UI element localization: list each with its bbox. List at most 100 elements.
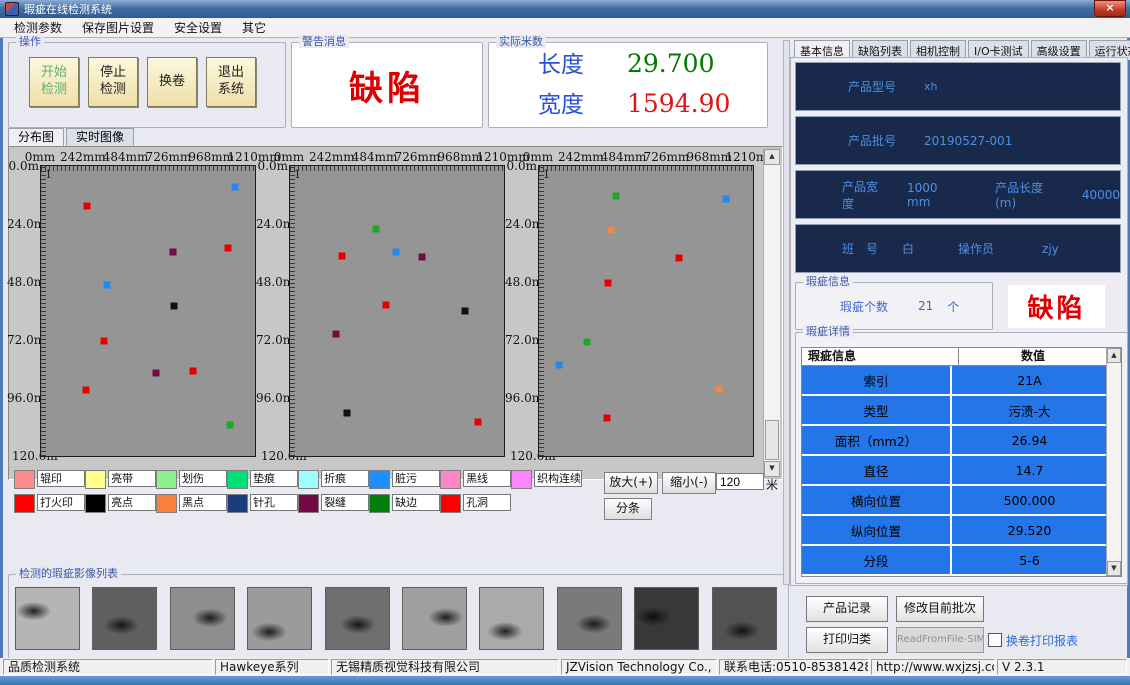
detail-row[interactable]: 面积（mm2）26.94 xyxy=(802,426,1107,454)
detail-row[interactable]: 索引21A xyxy=(802,366,1107,394)
meters-group-title: 实际米数 xyxy=(496,35,546,48)
defect-point[interactable] xyxy=(344,410,351,417)
x-tick-label: 484mm xyxy=(352,150,398,164)
defect-point[interactable] xyxy=(226,421,233,428)
op-button-1[interactable]: 停止 检测 xyxy=(88,57,138,107)
defect-thumbnail-1[interactable] xyxy=(92,587,157,650)
legend-label: 裂缝 xyxy=(321,494,369,511)
defect-thumbnail-6[interactable] xyxy=(479,587,544,650)
window-title: 瑕疵在线检测系统 xyxy=(24,1,112,17)
legend-label: 亮点 xyxy=(108,494,156,511)
scroll-up-icon[interactable]: ▲ xyxy=(764,149,780,165)
defect-point[interactable] xyxy=(604,280,611,287)
range-meters-input[interactable] xyxy=(716,473,764,490)
modify-batch-button[interactable]: 修改目前批次 xyxy=(896,596,984,622)
defect-point[interactable] xyxy=(419,253,426,260)
defect-thumbnail-4[interactable] xyxy=(325,587,390,650)
meters-unit-label: 米 xyxy=(766,476,778,493)
op-button-2[interactable]: 换卷 xyxy=(147,57,197,107)
detail-col-header-name[interactable]: 瑕疵信息 xyxy=(802,348,959,365)
menu-item-1[interactable]: 保存图片设置 xyxy=(72,19,164,36)
defect-point[interactable] xyxy=(715,386,722,393)
view-tab-1[interactable]: 实时图像 xyxy=(66,128,134,147)
legend-swatch xyxy=(369,494,390,513)
defect-point[interactable] xyxy=(475,418,482,425)
defect-point[interactable] xyxy=(170,303,177,310)
defect-point[interactable] xyxy=(372,225,379,232)
defect-point[interactable] xyxy=(333,330,340,337)
defect-point[interactable] xyxy=(83,387,90,394)
defect-thumbnail-7[interactable] xyxy=(557,587,622,650)
menu-item-3[interactable]: 其它 xyxy=(232,19,276,36)
zoom-out-button[interactable]: 缩小(-) xyxy=(662,472,716,494)
scroll-down-icon[interactable]: ▼ xyxy=(764,461,780,477)
defect-count-label: 瑕疵个数 xyxy=(840,298,888,315)
detail-row-label: 类型 xyxy=(802,396,950,424)
defect-point[interactable] xyxy=(189,368,196,375)
defect-point[interactable] xyxy=(104,282,111,289)
defect-point[interactable] xyxy=(339,252,346,259)
defect-point[interactable] xyxy=(676,254,683,261)
defect-point[interactable] xyxy=(224,244,231,251)
x-tick-label: 726mm xyxy=(395,150,441,164)
defect-thumbnail-5[interactable] xyxy=(402,587,467,650)
split-strip-button[interactable]: 分条 xyxy=(604,498,652,520)
product-size-row: 产品宽度 1000 mm 产品长度(m) 40000 xyxy=(795,170,1121,219)
scroll-down-icon[interactable]: ▼ xyxy=(1107,561,1121,576)
defect-thumbnail-3[interactable] xyxy=(247,587,312,650)
defect-thumbnail-2[interactable] xyxy=(170,587,235,650)
scatter-plot-2: 0mm242mm484mm726mm968mm1210mm0.0m24.0m48… xyxy=(259,149,508,475)
detail-row-label: 直径 xyxy=(802,456,950,484)
defect-point[interactable] xyxy=(392,248,399,255)
menu-item-2[interactable]: 安全设置 xyxy=(164,19,232,36)
detail-row[interactable]: 直径14.7 xyxy=(802,456,1107,484)
scroll-up-icon[interactable]: ▲ xyxy=(1107,348,1121,363)
view-tab-0[interactable]: 分布图 xyxy=(8,128,64,147)
y-tick-label: 24.0m xyxy=(256,217,288,231)
detail-row[interactable]: 纵向位置29.520 xyxy=(802,516,1107,544)
print-classify-button[interactable]: 打印归类 xyxy=(806,627,888,653)
detail-col-header-value[interactable]: 数值 xyxy=(959,348,1107,365)
defect-point[interactable] xyxy=(169,249,176,256)
defect-thumbnail-9[interactable] xyxy=(712,587,777,650)
detail-row-value: 500.000 xyxy=(952,486,1107,514)
detail-row[interactable]: 类型污渍-大 xyxy=(802,396,1107,424)
defect-point[interactable] xyxy=(152,370,159,377)
legend-item: 孔洞 xyxy=(440,494,511,513)
scrollbar-thumb[interactable] xyxy=(765,420,779,460)
plot-vertical-scrollbar[interactable]: ▲ ▼ xyxy=(763,149,780,477)
defect-point[interactable] xyxy=(723,196,730,203)
defect-point[interactable] xyxy=(612,193,619,200)
detail-row[interactable]: 横向位置500.000 xyxy=(802,486,1107,514)
detail-row-label: 纵向位置 xyxy=(802,516,950,544)
defect-point[interactable] xyxy=(555,362,562,369)
detail-table-scrollbar[interactable]: ▲ ▼ xyxy=(1106,348,1121,576)
plot-index-label: 1 xyxy=(294,168,301,181)
width-label: 宽度 xyxy=(517,85,605,119)
defect-point[interactable] xyxy=(101,337,108,344)
detail-row[interactable]: 分段5-6 xyxy=(802,546,1107,574)
defect-point[interactable] xyxy=(462,307,469,314)
menu-bar: 检测参数保存图片设置安全设置其它 xyxy=(0,18,1130,38)
defect-point[interactable] xyxy=(382,302,389,309)
y-tick-label: 96.0m xyxy=(505,391,537,405)
zoom-in-button[interactable]: 放大(+) xyxy=(604,472,658,494)
print-on-roll-change-checkbox[interactable] xyxy=(988,633,1002,647)
legend-item: 织构连续 xyxy=(511,470,582,489)
defect-point[interactable] xyxy=(231,184,238,191)
product-batch-row: 产品批号 20190527-001 xyxy=(795,116,1121,165)
x-tick-label: 726mm xyxy=(644,150,690,164)
product-record-button[interactable]: 产品记录 xyxy=(806,596,888,622)
defect-point[interactable] xyxy=(603,414,610,421)
defect-thumbnail-0[interactable] xyxy=(15,587,80,650)
defect-thumbnail-8[interactable] xyxy=(634,587,699,650)
op-button-0[interactable]: 开始 检测 xyxy=(29,57,79,107)
defect-point[interactable] xyxy=(584,338,591,345)
defect-point[interactable] xyxy=(607,226,614,233)
defect-point[interactable] xyxy=(84,203,91,210)
y-tick-label: 0.0m xyxy=(7,159,39,173)
op-button-3[interactable]: 退出 系统 xyxy=(206,57,256,107)
width-value: 1594.90 xyxy=(627,89,730,118)
close-button[interactable]: × xyxy=(1094,0,1126,17)
menu-item-0[interactable]: 检测参数 xyxy=(4,19,72,36)
